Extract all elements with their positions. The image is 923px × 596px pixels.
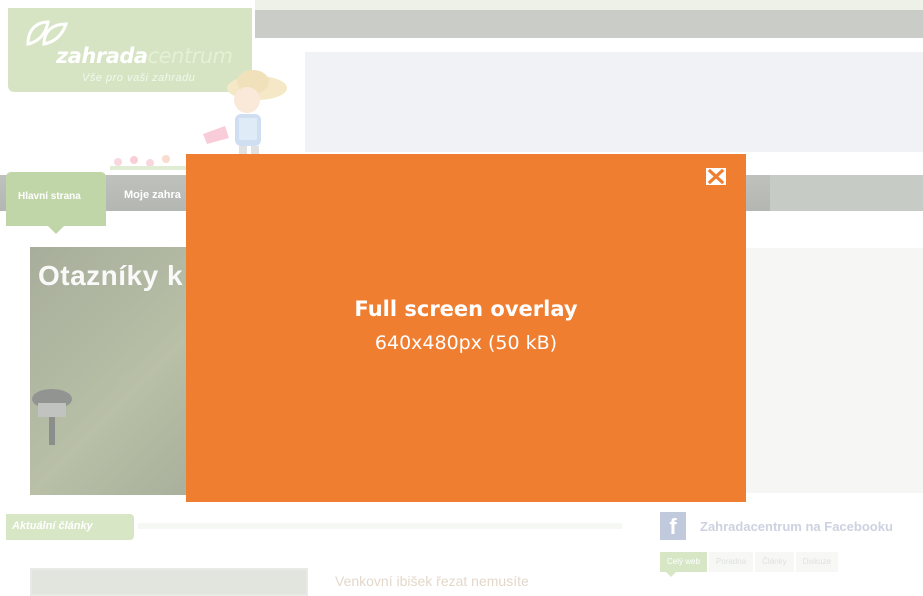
overlay-subtitle: 640x480px (50 kB)	[374, 332, 558, 354]
fullscreen-overlay-ad[interactable]: Full screen overlay 640x480px (50 kB)	[186, 154, 746, 502]
close-icon	[706, 168, 726, 185]
overlay-title: Full screen overlay	[354, 297, 578, 321]
close-button[interactable]	[706, 168, 726, 185]
